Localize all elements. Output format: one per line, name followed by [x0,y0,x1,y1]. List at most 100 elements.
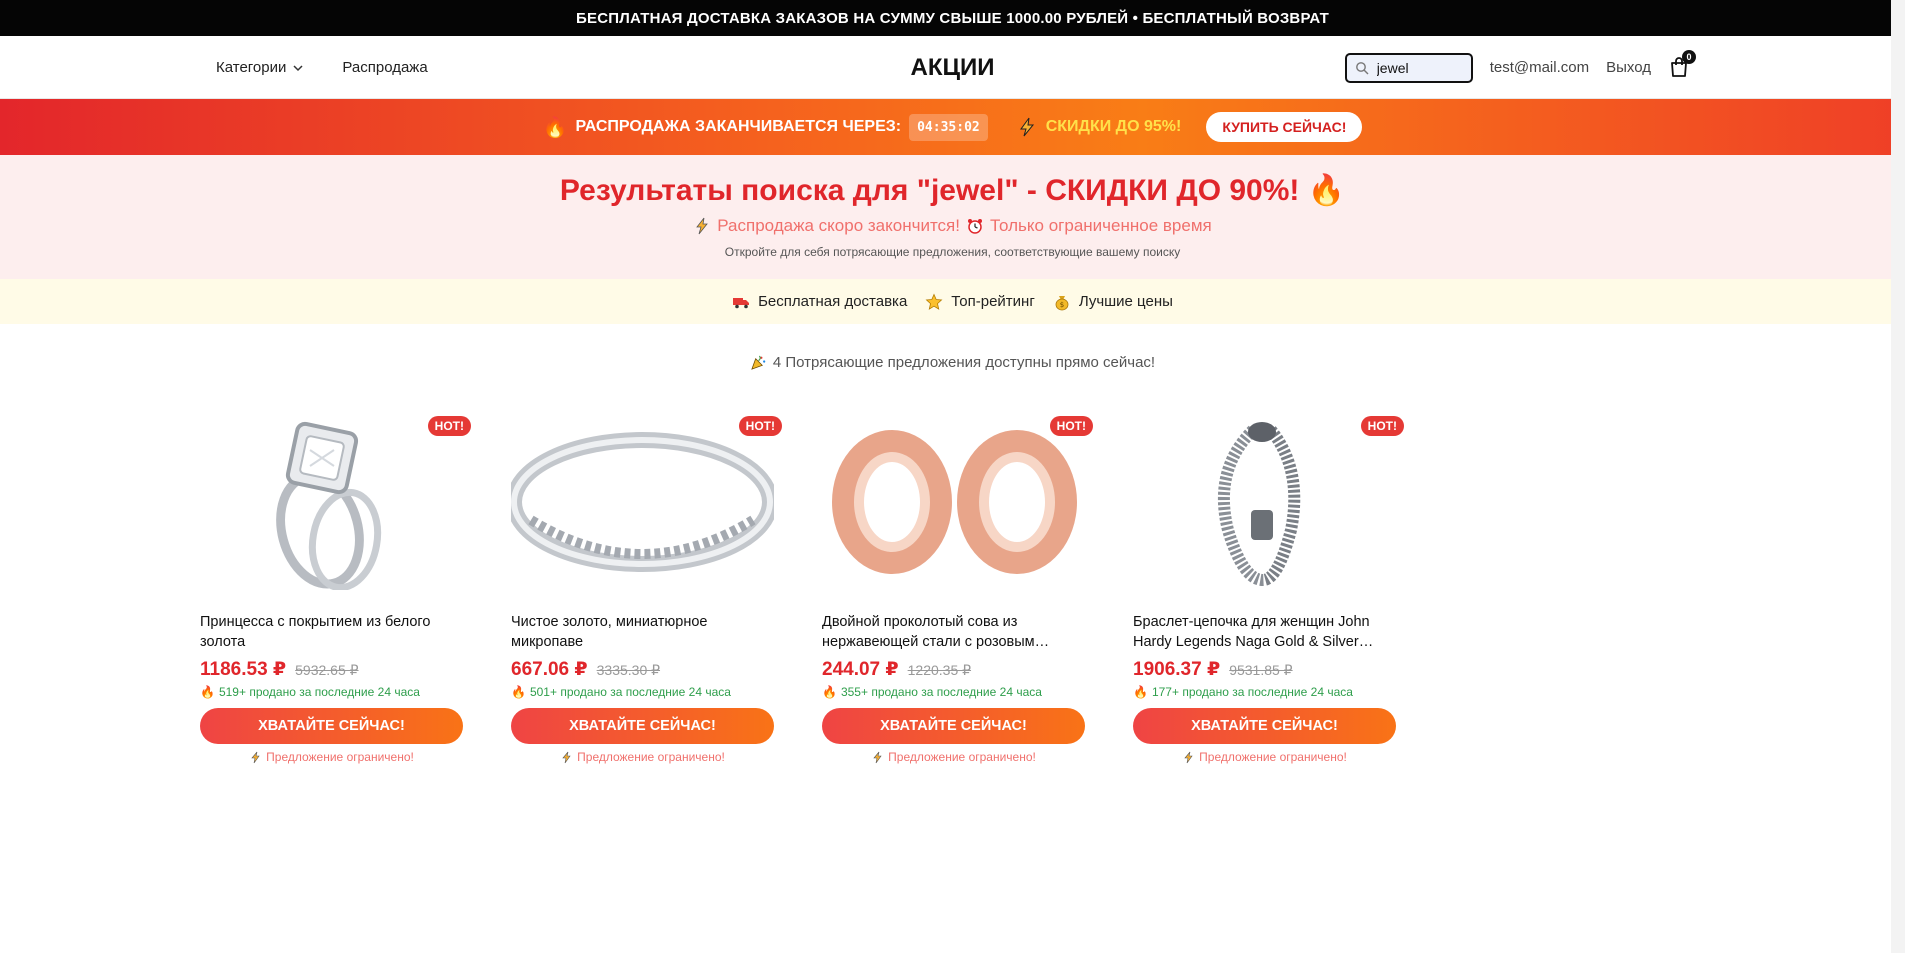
lightning-icon [873,751,882,763]
buy-now-button[interactable]: КУПИТЬ СЕЙЧАС! [1206,112,1363,142]
hot-badge: HOT! [1049,416,1093,436]
results-subtitle: Распродажа скоро закончится! Только огра… [0,216,1905,236]
alarm-clock-icon [967,219,982,234]
search-input[interactable] [1376,59,1457,76]
limited-offer: Предложение ограничено! [511,750,774,764]
sale-ends-label: РАСПРОДАЖА ЗАКАНЧИВАЕТСЯ ЧЕРЕЗ: [575,118,902,135]
product-title[interactable]: Принцесса с покрытием из белого золота [200,612,463,652]
product-card[interactable]: HOT! Двойной проколотый сова из нержавею… [822,410,1093,764]
product-title[interactable]: Чистое золото, миниатюрное микропаве [511,612,774,652]
product-price: 1186.53 ₽ [200,659,287,680]
party-popper-icon [751,355,766,370]
grab-now-button[interactable]: ХВАТАЙТЕ СЕЙЧАС! [200,708,463,744]
logo-text[interactable]: АКЦИИ [910,54,994,82]
product-card[interactable]: HOT! Принцесса с покрытием из белого зол… [200,410,471,764]
feature-top-rating: Топ-рейтинг [925,293,1035,311]
limited-offer: Предложение ограничено! [822,750,1085,764]
countdown-timer: 04:35:02 [909,113,988,141]
logout-link[interactable]: Выход [1606,59,1651,76]
top-banner: БЕСПЛАТНАЯ ДОСТАВКА ЗАКАЗОВ НА СУММУ СВЫ… [0,0,1905,36]
limited-offer-text: Предложение ограничено! [266,750,414,764]
star-icon [925,293,943,310]
user-email[interactable]: test@mail.com [1490,59,1589,76]
product-old-price: 1220.35 ₽ [907,662,972,678]
sold-count-text: 519+ продано за последние 24 часа [218,685,420,699]
grab-now-button[interactable]: ХВАТАЙТЕ СЕЙЧАС! [1133,708,1396,744]
sold-count: 🔥 519+ продано за последние 24 часа [200,685,463,699]
limited-offer: Предложение ограничено! [200,750,463,764]
scrollbar[interactable] [1891,0,1905,953]
fire-icon: 🔥 [542,116,568,139]
sold-count: 🔥 355+ продано за последние 24 часа [822,685,1085,699]
top-banner-text: БЕСПЛАТНАЯ ДОСТАВКА ЗАКАЗОВ НА СУММУ СВЫ… [576,9,1329,27]
feature-label: Бесплатная доставка [758,293,908,310]
lightning-icon [1184,751,1193,763]
sale-link[interactable]: Распродажа [342,59,427,76]
limited-offer-text: Предложение ограничено! [577,750,725,764]
cart-button[interactable]: 0 [1668,49,1696,80]
sold-count-text: 177+ продано за последние 24 часа [1151,685,1353,699]
truck-icon [733,297,750,308]
product-image[interactable]: HOT! [822,410,1093,590]
fire-icon: 🔥 [822,685,837,699]
feature-label: Топ-рейтинг [951,293,1035,310]
header: Категории Распродажа АКЦИИ test@mail.com… [0,36,1905,99]
diamond-ring-set-image [276,421,382,590]
dragon-bracelet-image [1217,422,1301,586]
results-title: Результаты поиска для "jewel" - СКИДКИ Д… [559,174,1346,207]
lightning-icon [251,751,260,763]
subtitle-sale-ending: Распродажа скоро закончится! [717,216,960,235]
sold-count-text: 501+ продано за последние 24 часа [529,685,731,699]
product-card[interactable]: HOT! Чистое золото, миниатюрное микропав… [511,410,782,764]
sold-count-text: 355+ продано за последние 24 часа [840,685,1042,699]
limited-offer-text: Предложение ограничено! [1199,750,1347,764]
categories-label: Категории [216,59,287,76]
results-header: Результаты поиска для "jewel" - СКИДКИ Д… [0,155,1905,279]
search-box[interactable] [1344,52,1473,83]
hot-badge: HOT! [427,416,471,436]
results-description: Откройте для себя потрясающие предложени… [724,245,1181,259]
header-nav: Категории Распродажа [216,36,428,99]
fire-icon: 🔥 [1133,685,1148,699]
product-grid: HOT! Принцесса с покрытием из белого зол… [200,410,1404,764]
grab-now-button[interactable]: ХВАТАЙТЕ СЕЙЧАС! [511,708,774,744]
price-row: 667.06 ₽ 3335.30 ₽ [511,658,774,681]
product-title[interactable]: Двойной проколотый сова из нержавеющей с… [822,612,1085,652]
fire-icon: 🔥 [200,685,215,699]
svg-text:$: $ [1060,301,1064,309]
product-image[interactable]: HOT! [200,410,471,590]
product-old-price: 9531.85 ₽ [1229,662,1293,678]
fire-icon: 🔥 [511,685,526,699]
cart-count-badge: 0 [1682,49,1696,64]
rose-gold-plugs-image [832,430,1077,574]
discount-text: СКИДКИ ДО 95%! [1045,118,1182,135]
feature-label: Лучшие цены [1078,293,1173,310]
product-price: 1906.37 ₽ [1133,659,1221,680]
sold-count: 🔥 177+ продано за последние 24 часа [1133,685,1396,699]
chevron-down-icon [293,64,303,71]
header-actions: test@mail.com Выход 0 [1344,36,1696,99]
features-bar: Бесплатная доставка Топ-рейтинг $ Лучшие… [0,279,1905,324]
categories-menu[interactable]: Категории [216,59,304,76]
price-row: 1186.53 ₽ 5932.65 ₽ [200,658,463,681]
product-card[interactable]: HOT! Браслет-цепочка для женщин John Har… [1133,410,1404,764]
product-image[interactable]: HOT! [511,410,782,590]
hot-badge: HOT! [738,416,782,436]
lightning-icon [562,751,571,763]
limited-offer: Предложение ограничено! [1133,750,1396,764]
deals-count: 4 Потрясающие предложения доступны прямо… [0,354,1905,371]
deals-count-text: 4 Потрясающие предложения доступны прямо… [772,354,1156,371]
product-title[interactable]: Браслет-цепочка для женщин John Hardy Le… [1133,612,1396,652]
search-icon [1355,61,1369,74]
limited-offer-text: Предложение ограничено! [888,750,1036,764]
product-image[interactable]: HOT! [1133,410,1404,590]
lightning-icon [696,217,709,235]
lightning-icon [1016,116,1038,138]
money-bag-icon: $ [1055,295,1069,310]
silver-band-ring-image [511,432,774,572]
feature-free-delivery: Бесплатная доставка [732,293,907,311]
page: БЕСПЛАТНАЯ ДОСТАВКА ЗАКАЗОВ НА СУММУ СВЫ… [0,0,1905,953]
price-row: 244.07 ₽ 1220.35 ₽ [822,658,1085,681]
hot-badge: HOT! [1360,416,1404,436]
grab-now-button[interactable]: ХВАТАЙТЕ СЕЙЧАС! [822,708,1085,744]
